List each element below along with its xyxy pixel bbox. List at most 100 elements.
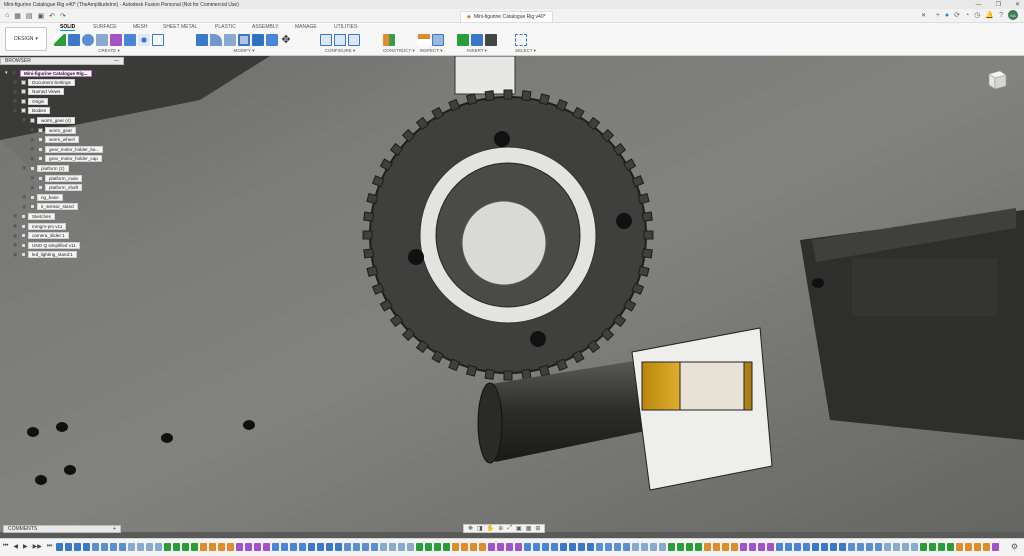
- timeline-feature[interactable]: [65, 543, 72, 551]
- timeline-feature[interactable]: [992, 543, 999, 551]
- browser-root-label[interactable]: Mini-figurine Catalogue Rig...: [20, 69, 92, 77]
- browser-item-label[interactable]: rig_base: [37, 193, 63, 201]
- eye-icon[interactable]: ◉: [30, 137, 36, 143]
- timeline-feature[interactable]: [875, 543, 882, 551]
- timeline-start-button[interactable]: ⏮: [3, 543, 8, 550]
- timeline-feature[interactable]: [128, 543, 135, 551]
- browser-item-label[interactable]: mmgm-pm v11: [28, 222, 67, 230]
- offset-plane-icon[interactable]: [383, 33, 395, 46]
- browser-item-label[interactable]: platform_shaft: [45, 184, 83, 192]
- eye-icon[interactable]: ◉: [13, 213, 19, 219]
- browser-item[interactable]: ◉ gear_motor_holder_cap: [30, 155, 102, 163]
- view-cube[interactable]: [986, 68, 1008, 92]
- browser-item-label[interactable]: gear_motor_holder_ba...: [45, 145, 104, 153]
- timeline-feature[interactable]: [398, 543, 405, 551]
- press-pull-icon[interactable]: [196, 33, 208, 46]
- browser-item[interactable]: ◉ ir_sensor_stand: [22, 203, 78, 211]
- timeline-feature[interactable]: [758, 543, 765, 551]
- timeline-feature[interactable]: [443, 543, 450, 551]
- create-sketch-icon[interactable]: [54, 33, 66, 46]
- timeline-feature[interactable]: [857, 543, 864, 551]
- help-icon[interactable]: ?: [999, 12, 1003, 19]
- timeline-feature[interactable]: [983, 543, 990, 551]
- timeline-feature[interactable]: [497, 543, 504, 551]
- timeline-feature[interactable]: [767, 543, 774, 551]
- timeline-feature[interactable]: [119, 543, 126, 551]
- timeline-feature[interactable]: [947, 543, 954, 551]
- timeline-feature[interactable]: [641, 543, 648, 551]
- timeline-feature[interactable]: [254, 543, 261, 551]
- timeline-feature[interactable]: [650, 543, 657, 551]
- apps-grid-icon[interactable]: ▦: [14, 12, 21, 20]
- form-icon[interactable]: [110, 33, 122, 46]
- measure-icon[interactable]: [418, 33, 430, 46]
- eye-icon[interactable]: ◉: [13, 223, 19, 229]
- timeline-feature[interactable]: [92, 543, 99, 551]
- timeline-feature[interactable]: [506, 543, 513, 551]
- maximize-button[interactable]: ❐: [996, 1, 1001, 8]
- tab-utilities[interactable]: UTILITIES: [334, 24, 357, 30]
- browser-item-label[interactable]: platform_main: [45, 174, 83, 182]
- browser-item[interactable]: ◉ UNO Q simplified v11: [13, 241, 80, 249]
- tab-mesh[interactable]: MESH: [133, 24, 147, 30]
- mirror-icon[interactable]: [124, 33, 136, 46]
- timeline-feature[interactable]: [434, 543, 441, 551]
- timeline-feature[interactable]: [74, 543, 81, 551]
- timeline-feature[interactable]: [956, 543, 963, 551]
- browser-item[interactable]: ◉ platform (2): [22, 164, 69, 172]
- timeline-feature[interactable]: [911, 543, 918, 551]
- browser-item-label[interactable]: led_lighting_stand:1: [28, 251, 77, 259]
- refresh-icon[interactable]: ⟳: [954, 11, 960, 19]
- timeline-feature[interactable]: [749, 543, 756, 551]
- timeline-feature[interactable]: [155, 543, 162, 551]
- timeline-feature[interactable]: [812, 543, 819, 551]
- timeline-feature[interactable]: [290, 543, 297, 551]
- timeline-feature[interactable]: [722, 543, 729, 551]
- timeline-feature[interactable]: [515, 543, 522, 551]
- timeline-feature[interactable]: [488, 543, 495, 551]
- timeline-feature[interactable]: [83, 543, 90, 551]
- timeline-feature[interactable]: [362, 543, 369, 551]
- collapse-icon[interactable]: —: [114, 58, 119, 64]
- browser-item[interactable]: ◉ Bodies: [13, 107, 51, 115]
- timeline-feature[interactable]: [416, 543, 423, 551]
- timeline-feature[interactable]: [263, 543, 270, 551]
- timeline-feature[interactable]: [371, 543, 378, 551]
- tab-surface[interactable]: SURFACE: [93, 24, 117, 30]
- browser-item-label[interactable]: ir_sensor_stand: [37, 203, 78, 211]
- configure-group-label[interactable]: CONFIGURE ▾: [320, 48, 360, 54]
- timeline-feature[interactable]: [929, 543, 936, 551]
- align-icon[interactable]: [266, 33, 278, 46]
- eye-icon[interactable]: ◉: [13, 233, 19, 239]
- browser-item-label[interactable]: Bodies: [28, 107, 51, 115]
- tab-assembly[interactable]: ASSEMBLY: [252, 24, 279, 30]
- home-icon[interactable]: ⌂: [5, 12, 9, 19]
- pan-icon[interactable]: ✋: [487, 525, 494, 532]
- construct-group-label[interactable]: CONSTRUCT ▾: [383, 48, 415, 54]
- timeline-feature[interactable]: [209, 543, 216, 551]
- browser-header[interactable]: BROWSER —: [0, 57, 124, 65]
- browser-item[interactable]: ◉ Origin: [13, 97, 49, 105]
- browser-item[interactable]: ◉ rig_base: [22, 193, 63, 201]
- eye-icon[interactable]: ◉: [22, 117, 28, 123]
- activate-radio-icon[interactable]: ⊙: [94, 70, 100, 76]
- timeline-feature[interactable]: [524, 543, 531, 551]
- close-window-button[interactable]: ✕: [1015, 1, 1020, 8]
- timeline-feature[interactable]: [191, 543, 198, 551]
- timeline-feature[interactable]: [569, 543, 576, 551]
- shell-icon[interactable]: [238, 33, 250, 46]
- timeline-feature[interactable]: [803, 543, 810, 551]
- timeline-feature[interactable]: [938, 543, 945, 551]
- insert-mesh-icon[interactable]: [485, 33, 497, 46]
- browser-item[interactable]: ◉ worm_gear (4): [22, 116, 75, 124]
- browser-item-label[interactable]: worm_wheel: [45, 136, 79, 144]
- browser-item[interactable]: ◉ led_lighting_stand:1: [13, 251, 77, 259]
- chevron-down-icon[interactable]: ▾: [5, 70, 10, 76]
- job-status-icon[interactable]: ◷: [974, 11, 980, 19]
- timeline-end-button[interactable]: ⏭: [47, 543, 52, 550]
- browser-item[interactable]: ◉ worm_gear: [30, 126, 76, 134]
- revolve-icon[interactable]: [82, 33, 94, 46]
- zoom-icon[interactable]: ⊕: [498, 525, 503, 532]
- timeline-feature[interactable]: [326, 543, 333, 551]
- browser-item-label[interactable]: gear_motor_holder_cap: [45, 155, 102, 163]
